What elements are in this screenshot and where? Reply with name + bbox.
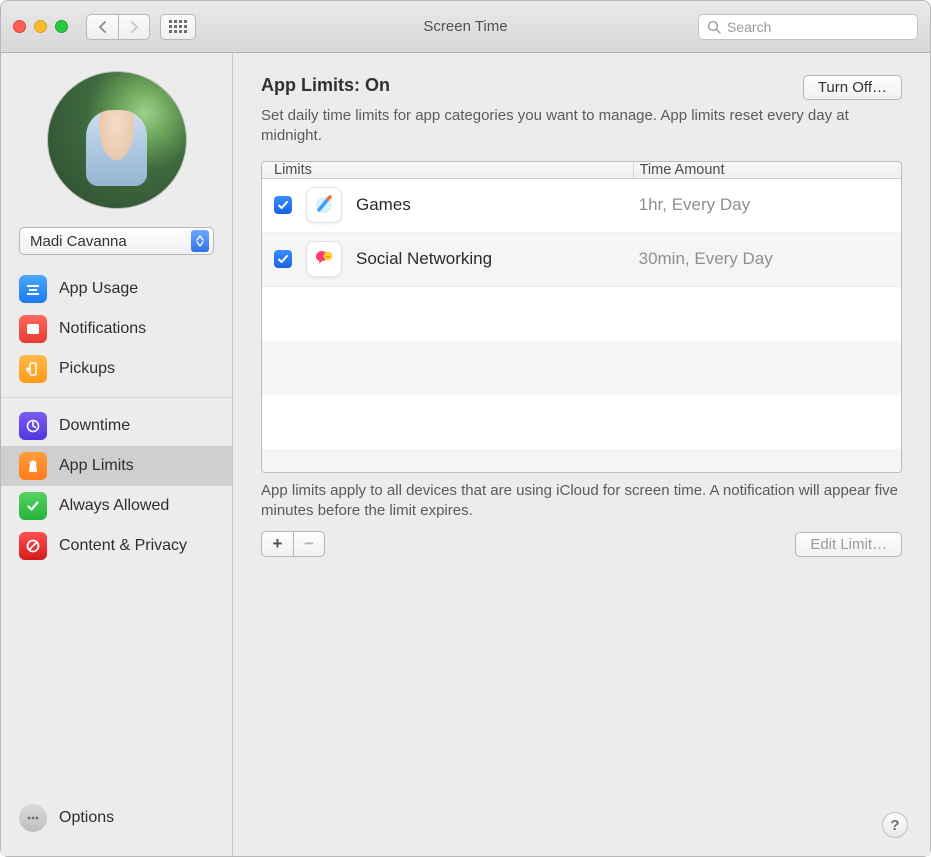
sidebar-bottom: Options [1,798,232,856]
sidebar-item-label: Always Allowed [59,497,169,515]
table-row[interactable]: Games 1hr, Every Day [262,179,901,233]
table-row-empty [262,449,901,473]
zoom-button[interactable] [55,20,68,33]
close-button[interactable] [13,20,26,33]
preferences-window: Screen Time Madi Cavanna [0,0,931,857]
user-select-label: Madi Cavanna [30,233,127,250]
sidebar-divider [1,397,232,398]
table-body: Games 1hr, Every Day [262,179,901,473]
page-title: App Limits: On [261,75,390,96]
updown-icon [191,230,209,252]
forward-button[interactable] [118,14,150,40]
table-header: Limits Time Amount [262,162,901,179]
turn-off-button[interactable]: Turn Off… [803,75,902,100]
sidebar-nav: App Usage Notifications Pickups [1,269,232,566]
social-icon [306,241,342,277]
edit-limit-button[interactable]: Edit Limit… [795,532,902,557]
checkmark-icon [277,253,289,265]
chevron-left-icon [98,21,107,33]
titlebar: Screen Time [1,1,930,53]
content-header: App Limits: On Turn Off… [261,75,902,100]
sidebar-item-label: Options [59,809,114,827]
sidebar-item-label: Content & Privacy [59,537,187,555]
downtime-icon [19,412,47,440]
chevron-right-icon [130,21,139,33]
sidebar-item-app-limits[interactable]: App Limits [1,446,232,486]
cell-time: 1hr, Every Day [633,195,901,215]
always-allowed-icon [19,492,47,520]
row-name: Social Networking [356,249,492,269]
avatar-wrap [1,71,232,209]
grid-icon [169,20,187,33]
title-state: On [365,75,390,95]
table-row-empty [262,287,901,341]
options-icon [19,804,47,832]
sidebar-item-always-allowed[interactable]: Always Allowed [1,486,232,526]
sidebar-item-pickups[interactable]: Pickups [1,349,232,389]
title-prefix: App Limits: [261,75,365,95]
help-icon: ? [890,817,899,834]
nav-buttons [86,14,150,40]
pickups-icon [19,355,47,383]
page-description: Set daily time limits for app categories… [261,106,881,147]
app-limits-icon [19,452,47,480]
cell-time: 30min, Every Day [633,249,901,269]
sidebar-item-label: App Limits [59,457,134,475]
sidebar-item-downtime[interactable]: Downtime [1,406,232,446]
column-header-time-label: Time Amount [640,162,725,178]
minimize-button[interactable] [34,20,47,33]
add-remove-group: + − [261,531,325,557]
sidebar: Madi Cavanna App Usage Notif [1,53,233,856]
content-privacy-icon [19,532,47,560]
cell-limits: Social Networking [262,241,633,277]
sidebar-item-app-usage[interactable]: App Usage [1,269,232,309]
table-toolbar: + − Edit Limit… [261,531,902,557]
window-controls [13,20,68,33]
table-row-empty [262,395,901,449]
column-header-time[interactable]: Time Amount [633,162,901,178]
show-all-button[interactable] [160,14,196,40]
body: Madi Cavanna App Usage Notif [1,53,930,856]
cell-limits: Games [262,187,633,223]
search-icon [707,20,721,34]
search-field[interactable] [698,14,918,40]
games-icon [306,187,342,223]
limits-table: Limits Time Amount Games [261,161,902,473]
checkmark-icon [277,199,289,211]
footer-note: App limits apply to all devices that are… [261,481,902,522]
help-button[interactable]: ? [882,812,908,838]
column-header-limits[interactable]: Limits [262,162,633,178]
table-row-empty [262,341,901,395]
content-pane: App Limits: On Turn Off… Set daily time … [233,53,930,856]
sidebar-item-content-privacy[interactable]: Content & Privacy [1,526,232,566]
sidebar-item-label: Notifications [59,320,146,338]
checkbox[interactable] [274,196,292,214]
remove-button[interactable]: − [293,531,325,557]
row-name: Games [356,195,411,215]
sidebar-item-label: Downtime [59,417,130,435]
user-select[interactable]: Madi Cavanna [19,227,214,255]
back-button[interactable] [86,14,118,40]
user-avatar[interactable] [47,71,187,209]
sidebar-item-notifications[interactable]: Notifications [1,309,232,349]
sidebar-item-label: App Usage [59,280,138,298]
checkbox[interactable] [274,250,292,268]
search-input[interactable] [727,19,909,35]
notifications-icon [19,315,47,343]
sidebar-item-options[interactable]: Options [1,798,232,838]
add-button[interactable]: + [261,531,293,557]
app-usage-icon [19,275,47,303]
table-row[interactable]: Social Networking 30min, Every Day [262,233,901,287]
sidebar-item-label: Pickups [59,360,115,378]
